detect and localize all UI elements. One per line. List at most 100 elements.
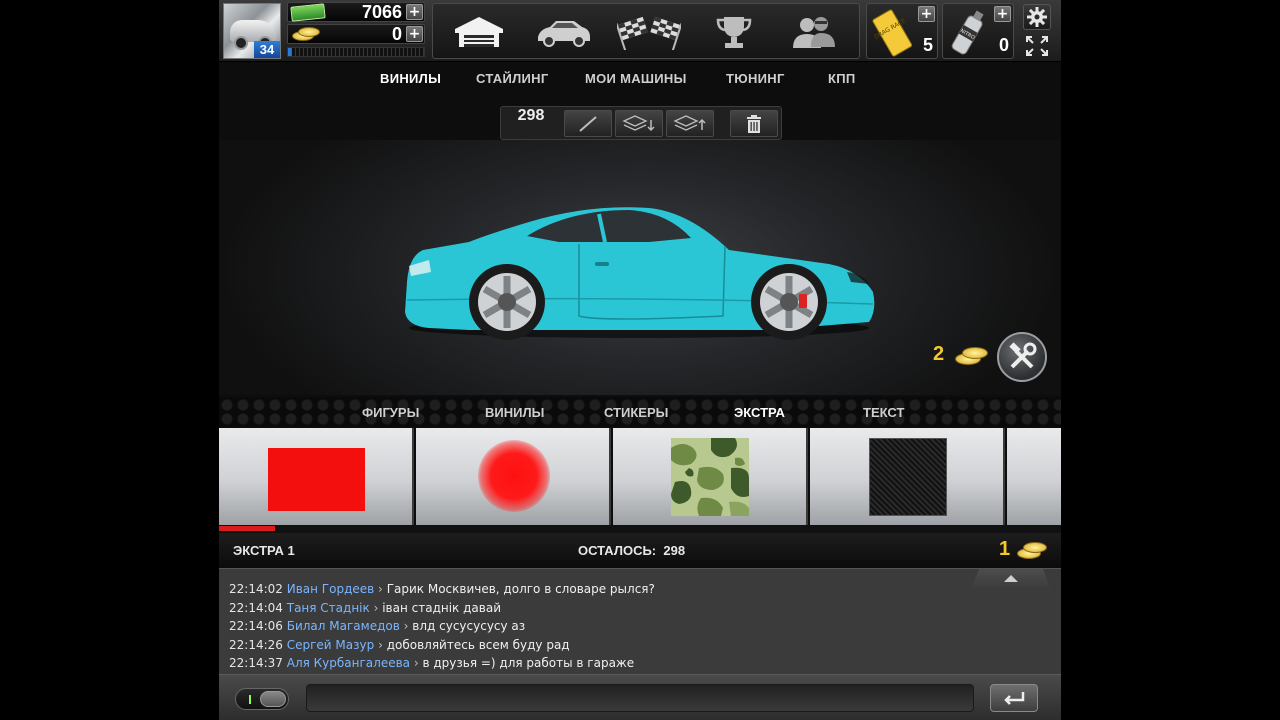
chat-input-bar [219, 674, 1061, 720]
tab-text[interactable]: ТЕКСТ [863, 405, 904, 420]
tab-shapes[interactable]: ФИГУРЫ [362, 405, 419, 420]
message-text: влд сусусусусу аз [412, 619, 526, 633]
message-author[interactable]: Таня Стаднік [287, 601, 370, 615]
carousel-scrollbar[interactable] [219, 525, 1061, 533]
car-preview-stage: 2 [219, 140, 1061, 395]
message-time: 22:14:02 [229, 582, 283, 596]
camo-item [671, 438, 749, 516]
brush-icon [579, 115, 597, 132]
tab-styling[interactable]: СТАЙЛИНГ [476, 71, 549, 86]
message-separator: › [378, 582, 383, 596]
nav-trophies[interactable] [698, 10, 770, 54]
enter-icon [1004, 692, 1025, 705]
toggle-indicator [249, 695, 251, 704]
chat-message: 22:14:06 Билал Магамедов › влд сусусусус… [229, 619, 525, 633]
top-bar: 34 7066 + 0 + DRAG RACE 5 + NITRO 0 + [219, 0, 1061, 62]
front-wheel [751, 264, 827, 340]
avatar[interactable]: 34 [223, 3, 281, 59]
carbon-item [869, 438, 947, 516]
garage-icon [455, 17, 503, 47]
selection-info: ЭКСТРА 1 ОСТАЛОСЬ: 298 1 [219, 533, 1061, 567]
cash-icon [290, 3, 326, 22]
layer-down-button[interactable] [615, 110, 663, 137]
layer-up-icon [673, 114, 706, 131]
toggle-knob [260, 691, 286, 707]
trash-icon [747, 114, 761, 133]
chat-expand-button[interactable] [971, 569, 1051, 589]
message-author[interactable]: Сергей Мазур [287, 638, 375, 652]
vinyl-toolbar: 298 [500, 106, 782, 140]
chat-input[interactable] [306, 684, 974, 712]
item-card[interactable] [810, 428, 1005, 525]
tab-stickers[interactable]: СТИКЕРЫ [604, 405, 668, 420]
tab-my-cars[interactable]: МОИ МАШИНЫ [585, 71, 687, 86]
main-tabs: ВИНИЛЫ СТАЙЛИНГ МОИ МАШИНЫ ТЮНИНГ КПП [219, 63, 1061, 95]
message-time: 22:14:04 [229, 600, 283, 615]
message-separator: › [403, 619, 409, 633]
trophy-icon [716, 17, 752, 48]
tab-vinyls[interactable]: ВИНИЛЫ [380, 71, 441, 86]
tickets-box: DRAG RACE 5 + [866, 3, 938, 59]
chat-panel: 22:14:02 Иван Гордеев › Гарик Москвичев,… [219, 568, 1061, 674]
chat-message: 22:14:02 Иван Гордеев › Гарик Москвичев,… [229, 582, 655, 596]
item-card[interactable] [1007, 428, 1061, 525]
chat-message: 22:14:37 Аля Курбангалеева › в друзья =)… [229, 656, 634, 670]
nav-race[interactable] [613, 10, 685, 54]
item-card[interactable] [416, 428, 611, 525]
fullscreen-button[interactable] [1023, 33, 1051, 59]
game-frame: 34 7066 + 0 + DRAG RACE 5 + NITRO 0 + ВИ… [219, 0, 1061, 720]
remaining-count: ОСТАЛОСЬ: 298 [578, 543, 686, 558]
brush-button[interactable] [564, 110, 612, 137]
tab-extra[interactable]: ЭКСТРА [734, 405, 785, 420]
red-square-item [268, 448, 365, 511]
chat-toggle[interactable] [235, 688, 289, 710]
tickets-count: 5 [922, 35, 933, 55]
gear-icon [1027, 7, 1047, 27]
message-author[interactable]: Билал Магамедов [287, 619, 400, 633]
add-tickets-button[interactable]: + [918, 6, 935, 22]
layer-up-button[interactable] [666, 110, 714, 137]
cash-counter: 7066 + [287, 2, 425, 22]
avatar-wheel [234, 36, 248, 50]
ticket-icon: DRAG RACE [872, 9, 913, 57]
message-text: добовляйтесь всем буду рад [386, 637, 570, 652]
apply-vinyl-button[interactable] [997, 332, 1047, 382]
item-card[interactable] [219, 428, 414, 525]
tab-vinyls-sub[interactable]: ВИНИЛЫ [485, 405, 544, 420]
xp-bar [287, 47, 425, 57]
gold-icon [292, 27, 322, 43]
message-author[interactable]: Аля Курбангалеева [287, 656, 410, 670]
vinyl-categories: ФИГУРЫ ВИНИЛЫ СТИКЕРЫ ЭКСТРА ТЕКСТ [219, 397, 1061, 427]
car-preview[interactable] [399, 200, 879, 340]
tab-gearbox[interactable]: КПП [828, 71, 856, 86]
send-button[interactable] [990, 684, 1038, 712]
selected-item-name: ЭКСТРА 1 [233, 543, 295, 558]
item-carousel [219, 428, 1061, 525]
friends-icon [793, 17, 835, 48]
add-gold-button[interactable]: + [406, 26, 423, 42]
layer-down-icon [622, 114, 655, 131]
chevron-up-icon [1004, 575, 1018, 582]
fullscreen-icon [1026, 36, 1048, 56]
cash-value: 7066 [361, 2, 402, 22]
nitro-count: 0 [998, 35, 1009, 55]
message-separator: › [413, 656, 419, 670]
nitro-box: NITRO 0 + [942, 3, 1014, 59]
gold-counter: 0 + [287, 24, 425, 44]
scrollbar-thumb[interactable] [219, 526, 275, 531]
item-price: 1 [999, 538, 1011, 560]
item-card[interactable] [613, 428, 808, 525]
layers-remaining: 298 [517, 107, 545, 124]
nav-friends[interactable] [778, 10, 850, 54]
delete-layer-button[interactable] [730, 110, 778, 137]
apply-price: 2 [933, 343, 945, 365]
message-separator: › [378, 637, 383, 652]
add-nitro-button[interactable]: + [994, 6, 1011, 22]
add-cash-button[interactable]: + [406, 4, 423, 20]
tab-tuning[interactable]: ТЮНИНГ [726, 71, 785, 86]
level-badge: 34 [254, 41, 280, 58]
settings-button[interactable] [1023, 4, 1051, 30]
nav-garage[interactable] [443, 10, 515, 54]
message-author[interactable]: Иван Гордеев [287, 582, 374, 596]
nav-cars[interactable] [528, 10, 600, 54]
